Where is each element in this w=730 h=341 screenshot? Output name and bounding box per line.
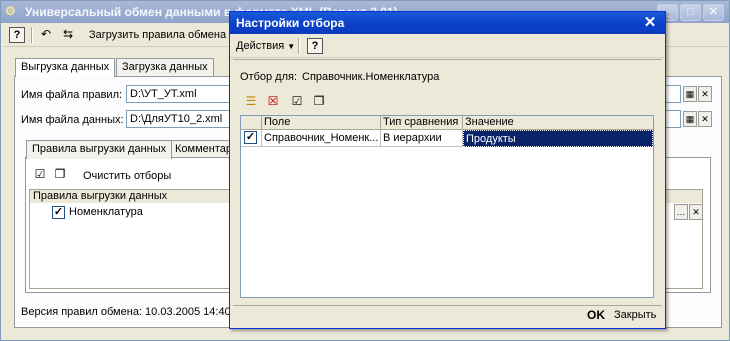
- check-all-icon[interactable]: ☑: [31, 166, 49, 184]
- select-file-icon[interactable]: ▦: [683, 86, 697, 102]
- dialog-menubar: Действия ▼ ?: [230, 34, 665, 58]
- column-header-field[interactable]: Поле: [262, 116, 381, 130]
- tree-item-checkbox[interactable]: ✓: [52, 206, 65, 219]
- toolbar-separator: [31, 27, 33, 43]
- tree-item-label[interactable]: Номенклатура: [69, 206, 143, 218]
- table-row-value[interactable]: Продукты: [463, 130, 653, 147]
- clear-icon[interactable]: ✕: [698, 111, 712, 127]
- filter-settings-dialog: Настройки отбора ✕ Действия ▼ ? Отбор дл…: [229, 11, 666, 329]
- divider: [233, 59, 662, 60]
- rules-file-label: Имя файла правил:: [21, 89, 123, 101]
- app-icon: ⚙: [5, 4, 16, 18]
- undo-icon[interactable]: ↶: [37, 26, 55, 44]
- delete-row-icon[interactable]: ☒: [264, 93, 282, 111]
- add-row-icon[interactable]: ☰: [242, 93, 260, 111]
- filter-for-label: Отбор для:: [240, 71, 298, 83]
- tab-export[interactable]: Выгрузка данных: [15, 58, 116, 77]
- help-icon[interactable]: ?: [9, 27, 25, 43]
- copy-icon[interactable]: ❐: [310, 93, 328, 111]
- filter-table: Поле Тип сравнения Значение ✓ Справочник…: [240, 115, 654, 298]
- table-row-comparison[interactable]: В иерархии: [381, 130, 463, 147]
- table-row-field[interactable]: Справочник_Номенк...: [262, 130, 381, 147]
- clear-icon[interactable]: ✕: [689, 204, 703, 220]
- actions-menu-label: Действия: [236, 40, 285, 52]
- load-rules-button[interactable]: Загрузить правила обмена: [89, 29, 226, 41]
- reload-icon[interactable]: ⇆: [59, 26, 77, 44]
- tab-import[interactable]: Загрузка данных: [116, 58, 214, 76]
- maximize-button[interactable]: □: [680, 4, 701, 21]
- dialog-close-icon[interactable]: ✕: [641, 14, 659, 32]
- filter-for-value: Справочник.Номенклатура: [302, 71, 440, 83]
- data-file-label: Имя файла данных:: [21, 114, 124, 126]
- column-header-check[interactable]: [241, 116, 262, 130]
- dialog-title: Настройки отбора: [236, 16, 345, 30]
- actions-menu[interactable]: Действия ▼: [236, 40, 295, 52]
- copy-icon[interactable]: ❐: [51, 166, 69, 184]
- menubar-separator: [298, 38, 300, 54]
- clear-icon[interactable]: ✕: [698, 86, 712, 102]
- dialog-title-bar: Настройки отбора ✕: [230, 12, 665, 34]
- ok-button[interactable]: OK: [587, 308, 605, 322]
- column-header-comparison[interactable]: Тип сравнения: [381, 116, 463, 130]
- chevron-down-icon: ▼: [287, 42, 296, 51]
- close-dialog-button[interactable]: Закрыть: [614, 309, 656, 321]
- row-checkbox[interactable]: ✓: [244, 131, 257, 144]
- tab-export-rules[interactable]: Правила выгрузки данных: [26, 140, 173, 159]
- table-row-checkbox-cell[interactable]: ✓: [241, 130, 262, 147]
- ellipsis-button[interactable]: …: [674, 204, 688, 220]
- select-file-icon[interactable]: ▦: [683, 111, 697, 127]
- column-header-value[interactable]: Значение: [463, 116, 653, 130]
- divider: [233, 305, 662, 306]
- rules-version-text: Версия правил обмена: 10.03.2005 14:40: [21, 306, 231, 318]
- close-button[interactable]: ✕: [703, 4, 724, 21]
- help-icon[interactable]: ?: [307, 38, 323, 54]
- check-all-icon[interactable]: ☑: [288, 93, 306, 111]
- clear-filters-button[interactable]: Очистить отборы: [83, 170, 171, 182]
